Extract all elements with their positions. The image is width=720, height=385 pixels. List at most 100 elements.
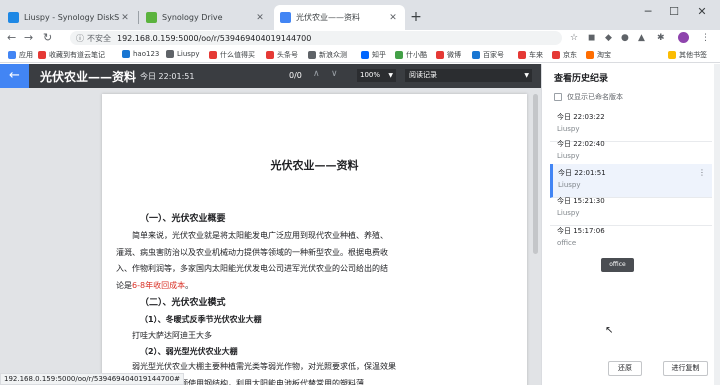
toutiao-icon [266,51,274,59]
bookmark-youdao[interactable]: 收藏到有道云笔记 [38,50,105,60]
browser-tab-synology-drive[interactable]: Synology Drive ✕ [140,5,272,30]
bookmark-jd[interactable]: 京东 [552,50,577,60]
tab-divider [138,11,139,24]
minimize-icon[interactable]: ─ [636,5,660,18]
tab-label: Liuspy - Synology DiskStation [24,13,119,22]
highlighted-text: 6-8年收回成本 [132,280,186,290]
jd-icon [552,51,560,59]
chevron-up-icon[interactable]: ∧ [313,69,320,79]
document-icon [280,12,291,23]
bookmark-label: 知乎 [372,51,386,59]
bookmark-smzdm[interactable]: 什么值得买 [209,50,255,60]
version-date: 今日 15:21:30 [557,197,605,205]
version-item[interactable]: 今日 15:21:30 Liuspy [550,192,712,226]
vertical-scrollbar[interactable] [533,94,538,254]
liuspy-icon [166,50,174,58]
bookmark-label: 什么值得买 [220,51,255,59]
new-tab-button[interactable]: + [407,8,425,26]
bookmark-shixiaoku[interactable]: 什小酷 [395,50,427,60]
zoom-value: 100% [360,71,381,79]
mouse-cursor-icon: ↖ [605,325,614,336]
close-icon[interactable]: ✕ [387,13,399,23]
address-bar[interactable]: ⓘ 不安全 192.168.0.159:5000/oo/r/5394694040… [70,31,562,45]
status-bar-url: 192.168.0.159:5000/oo/r/5394694040191447… [0,373,184,385]
bookmark-zhihu[interactable]: 知乎 [361,50,386,60]
document-page: 光伏农业——资料 （一）、光伏农业概要 简单来说，光伏农业就是将太阳能发电广泛应… [102,94,527,385]
paragraph: 简单来说，光伏农业就是将太阳能发电广泛应用到现代农业种植、养殖、 灌溉、病虫害防… [116,228,408,294]
bookmark-label: 收藏到有道云笔记 [49,51,105,59]
back-arrow-icon[interactable]: ← [7,30,16,46]
bookmark-label: 新浪众测 [319,51,347,59]
folder-icon [668,51,676,59]
bookmark-chelai[interactable]: 车来 [518,50,543,60]
close-icon[interactable]: ✕ [119,13,131,23]
bookmark-other[interactable]: 其他书签 [668,50,707,60]
forward-arrow-icon[interactable]: → [24,30,33,46]
extension-icon[interactable]: ◆ [605,32,612,44]
bookmark-hao123[interactable]: hao123 [122,50,159,58]
document-header: ← 光伏农业——资料 今日 22:01:51 0/0 ∧ ∨ 100% ▼ 阅读… [0,64,541,88]
maximize-icon[interactable]: ☐ [662,5,686,18]
section-heading: （二）、光伏农业模式 [140,298,226,308]
url-text: 192.168.0.159:5000/oo/r/5394694040191447… [117,33,312,43]
bookmarks-bar: 应用 收藏到有道云笔记 hao123 Liuspy 什么值得买 头条号 新浪众测… [0,46,720,63]
bookmark-label: hao123 [133,50,160,58]
text-run: 。 [185,280,194,290]
paragraph-line: 论是6-8年收回成本。 [116,278,408,295]
extension-icon[interactable]: ● [621,32,629,44]
paragraph-line: 灌溉、病虫害防治以及农业机械动力提供等领域的一种新型农业。根据电费收 [116,247,388,257]
history-title: 查看历史纪录 [554,74,609,84]
more-options-icon[interactable]: ⋮ [698,168,706,177]
section-heading: （一）、光伏农业概要 [140,214,226,224]
checkbox-label: 仅显示已命名版本 [567,93,623,101]
browser-toolbar: ← → ↻ ⓘ 不安全 192.168.0.159:5000/oo/r/5394… [0,30,720,46]
reload-icon[interactable]: ↻ [43,30,52,46]
mode-select[interactable]: 阅读记录 ▼ [405,69,532,82]
dropdown-caret-icon: ▼ [524,72,529,79]
version-item[interactable]: 今日 15:17:06 office [550,222,712,256]
history-panel: 查看历史纪录 仅显示已命名版本 今日 22:03:22 Liuspy 今日 22… [541,64,720,385]
back-button[interactable]: ← [0,64,29,88]
profile-avatar[interactable] [678,32,689,43]
bookmark-baijiahao[interactable]: 百家号 [472,50,504,60]
bookmark-apps[interactable]: 应用 [8,50,33,60]
document-title: 光伏农业——资料 [40,70,137,84]
dropdown-caret-icon: ▼ [388,72,393,79]
bookmark-label: 车来 [529,51,543,59]
version-user: Liuspy [557,152,580,160]
browser-tab-document[interactable]: 光伏农业——资料 ✕ [274,5,405,30]
bookmark-star-icon[interactable]: ☆ [570,32,578,44]
extension-icon[interactable]: ▲ [638,32,645,44]
close-icon[interactable]: ✕ [254,13,266,23]
named-versions-checkbox[interactable] [554,93,562,101]
user-tooltip: office [601,258,634,272]
bookmark-sina[interactable]: 新浪众测 [308,50,347,60]
version-user: office [557,239,577,247]
bookmark-taobao[interactable]: 淘宝 [586,50,611,60]
version-date: 今日 22:01:51 [558,169,606,177]
bookmark-label: 什小酷 [406,51,427,59]
document-viewport[interactable]: 光伏农业——资料 （一）、光伏农业概要 简单来说，光伏农业就是将太阳能发电广泛应… [0,88,541,385]
page-indicator: 0/0 [289,71,302,80]
youdao-icon [38,51,46,59]
tab-label: 光伏农业——资料 [296,13,360,22]
browser-tab-synology-dsm[interactable]: Liuspy - Synology DiskStation ✕ [2,5,137,30]
tab-strip: Liuspy - Synology DiskStation ✕ Synology… [0,0,720,30]
shixiaoku-icon [395,51,403,59]
bookmark-liuspy[interactable]: Liuspy [166,50,200,58]
puzzle-icon[interactable]: ✱ [657,32,665,44]
zoom-select[interactable]: 100% ▼ [357,69,396,82]
paragraph-line: 入、作物利润等，多家国内太阳能光伏发电公司进军光伏农业的公司给出的结 [116,264,388,274]
paragraph-line: 打哇大萨达阿迪王大多 [132,331,212,340]
menu-dots-icon[interactable]: ⋮ [701,32,710,44]
synology-dsm-icon [8,12,19,23]
bookmark-toutiao[interactable]: 头条号 [266,50,298,60]
info-icon[interactable]: ⓘ [76,33,84,44]
bookmark-weibo[interactable]: 微博 [436,50,461,60]
window-close-icon[interactable]: ✕ [690,5,714,18]
extension-icon[interactable]: ◼ [588,32,595,44]
restore-button[interactable]: 还原 [608,361,642,376]
subsection-heading: （2）、弱光型光伏农业大棚 [140,347,238,356]
make-copy-button[interactable]: 进行复制 [663,361,708,376]
chevron-down-icon[interactable]: ∨ [331,69,338,79]
